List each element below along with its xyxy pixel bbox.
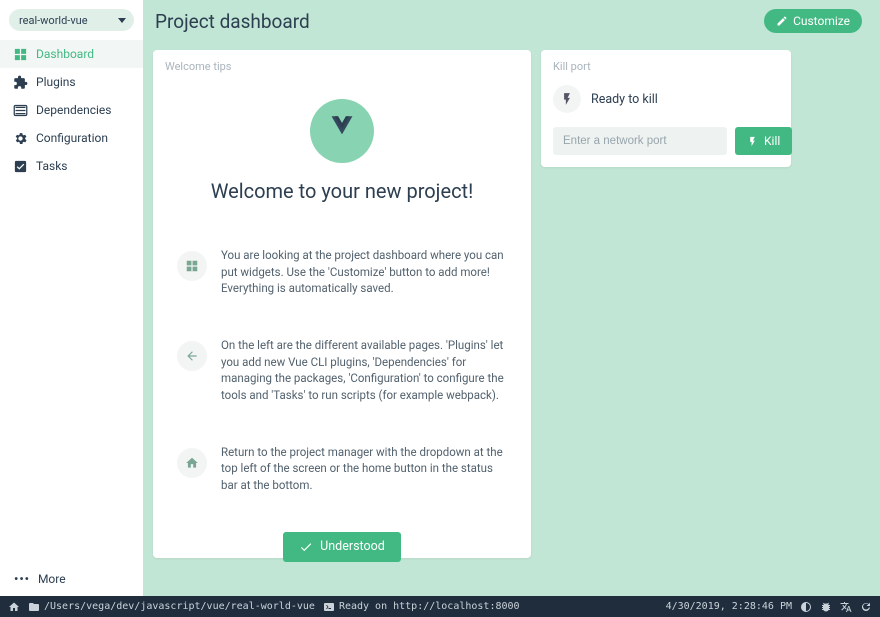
welcome-tips-card: Welcome tips Welcome to your new project… xyxy=(153,50,531,558)
welcome-tip-1: You are looking at the project dashboard… xyxy=(153,235,531,307)
sidebar-item-label: Plugins xyxy=(36,75,76,89)
sidebar-item-label: Tasks xyxy=(36,159,68,173)
statusbar-path-text: /Users/vega/dev/javascript/vue/real-worl… xyxy=(44,601,315,612)
welcome-tip-2: On the left are the different available … xyxy=(153,325,531,414)
plugins-icon xyxy=(12,74,28,90)
dashboard-icon xyxy=(12,46,28,62)
understood-label: Understood xyxy=(320,539,385,554)
sidebar-item-dependencies[interactable]: Dependencies xyxy=(0,96,143,124)
tip-text: You are looking at the project dashboard… xyxy=(221,247,507,297)
vue-logo-icon xyxy=(310,99,374,163)
more-icon: ••• xyxy=(14,572,30,586)
statusbar-log[interactable]: Ready on http://localhost:8000 xyxy=(323,601,520,613)
sidebar-nav: Dashboard Plugins Dependencies Configura… xyxy=(0,40,143,562)
customize-label: Customize xyxy=(793,14,850,28)
kill-button[interactable]: Kill xyxy=(735,127,792,155)
bug-icon xyxy=(820,601,832,613)
pencil-icon xyxy=(776,15,788,27)
project-name: real-world-vue xyxy=(19,14,88,27)
tasks-icon xyxy=(12,158,28,174)
welcome-tip-3: Return to the project manager with the d… xyxy=(153,432,531,504)
refresh-icon xyxy=(860,601,872,613)
contrast-icon xyxy=(800,601,812,613)
statusbar-bug-button[interactable] xyxy=(820,601,832,613)
terminal-icon xyxy=(323,601,335,613)
sidebar: real-world-vue Dashboard Plugins xyxy=(0,0,143,596)
customize-button[interactable]: Customize xyxy=(764,9,862,33)
arrow-left-tip-icon xyxy=(177,341,207,371)
sidebar-item-plugins[interactable]: Plugins xyxy=(0,68,143,96)
translate-icon xyxy=(840,601,852,613)
dependencies-icon xyxy=(12,102,28,118)
check-icon xyxy=(299,540,313,554)
dashboard-tip-icon xyxy=(177,251,207,281)
sidebar-item-configuration[interactable]: Configuration xyxy=(0,124,143,152)
home-icon xyxy=(8,601,20,613)
page-title: Project dashboard xyxy=(155,10,764,33)
statusbar-home-button[interactable] xyxy=(8,601,20,613)
kill-port-status-text: Ready to kill xyxy=(591,92,658,107)
kill-port-input[interactable] xyxy=(553,127,727,155)
kill-port-status: Ready to kill xyxy=(541,73,791,121)
sidebar-item-tasks[interactable]: Tasks xyxy=(0,152,143,180)
kill-label: Kill xyxy=(764,134,780,148)
statusbar-translate-button[interactable] xyxy=(840,601,852,613)
statusbar-refresh-button[interactable] xyxy=(860,601,872,613)
welcome-heading: Welcome to your new project! xyxy=(153,179,531,203)
sidebar-item-label: Dashboard xyxy=(36,47,94,61)
sidebar-more[interactable]: ••• More xyxy=(0,562,143,596)
configuration-icon xyxy=(12,130,28,146)
statusbar-path[interactable]: /Users/vega/dev/javascript/vue/real-worl… xyxy=(28,601,315,613)
home-tip-icon xyxy=(177,448,207,478)
tip-text: Return to the project manager with the d… xyxy=(221,444,507,494)
statusbar-theme-button[interactable] xyxy=(800,601,812,613)
tip-text: On the left are the different available … xyxy=(221,337,507,404)
kill-port-card: Kill port Ready to kill Kill xyxy=(541,50,791,167)
bolt-icon xyxy=(553,85,581,113)
sidebar-item-label: Dependencies xyxy=(36,103,111,117)
chevron-down-icon xyxy=(118,18,126,23)
bolt-icon xyxy=(747,136,758,147)
sidebar-item-dashboard[interactable]: Dashboard xyxy=(0,40,143,68)
statusbar-datetime: 4/30/2019, 2:28:46 PM xyxy=(666,601,792,612)
sidebar-item-label: Configuration xyxy=(36,131,108,145)
folder-icon xyxy=(28,601,40,613)
welcome-card-title: Welcome tips xyxy=(153,50,531,73)
more-label: More xyxy=(38,572,66,586)
kill-port-card-title: Kill port xyxy=(541,50,791,73)
status-bar: /Users/vega/dev/javascript/vue/real-worl… xyxy=(0,596,880,617)
understood-button[interactable]: Understood xyxy=(283,532,401,562)
project-select-dropdown[interactable]: real-world-vue xyxy=(9,9,134,31)
header: Project dashboard Customize xyxy=(143,0,880,42)
statusbar-log-text: Ready on http://localhost:8000 xyxy=(339,601,520,612)
